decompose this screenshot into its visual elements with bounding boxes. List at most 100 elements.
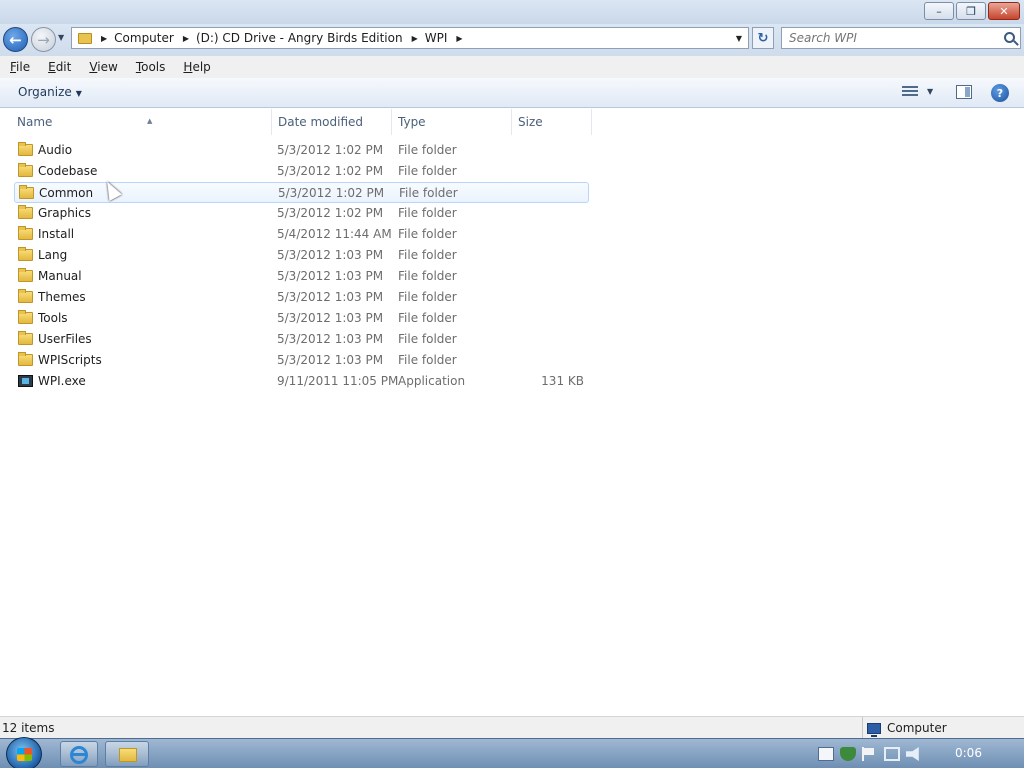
action-center-flag-icon[interactable]: [862, 747, 878, 761]
list-item[interactable]: Themes 5/3/2012 1:03 PM File folder: [14, 287, 589, 308]
organize-button[interactable]: Organize ▼: [18, 85, 82, 99]
column-header-name[interactable]: Name ▲: [11, 109, 272, 135]
status-location-label: Computer: [887, 721, 947, 735]
folder-icon: [19, 185, 34, 199]
security-shield-icon[interactable]: [840, 747, 856, 761]
file-name: UserFiles: [38, 332, 92, 346]
document-tray-icon[interactable]: [818, 747, 834, 761]
file-date: 5/3/2012 1:03 PM: [277, 332, 384, 346]
column-header-type[interactable]: Type: [392, 109, 512, 135]
folder-icon: [18, 163, 33, 177]
chevron-right-icon[interactable]: ▶: [412, 34, 418, 43]
list-item[interactable]: WPI.exe 9/11/2011 11:05 PM Application 1…: [14, 371, 589, 392]
folder-icon: [18, 268, 33, 282]
file-date: 5/3/2012 1:02 PM: [277, 143, 384, 157]
file-type: File folder: [398, 143, 457, 157]
refresh-icon: ↻: [757, 30, 769, 46]
network-icon[interactable]: [884, 747, 900, 761]
file-name: Install: [38, 227, 75, 241]
list-item[interactable]: Graphics 5/3/2012 1:02 PM File folder: [14, 203, 589, 224]
file-name: Common: [39, 186, 94, 200]
organize-label: Organize: [18, 85, 72, 99]
back-button[interactable]: ←: [3, 27, 28, 52]
file-date: 5/3/2012 1:03 PM: [277, 311, 384, 325]
list-item[interactable]: Manual 5/3/2012 1:03 PM File folder: [14, 266, 589, 287]
breadcrumb-computer[interactable]: Computer: [114, 31, 174, 45]
list-item[interactable]: Codebase 5/3/2012 1:02 PM File folder: [14, 161, 589, 182]
recent-pages-button[interactable]: ▼: [58, 33, 64, 42]
folder-icon: [18, 226, 33, 240]
menu-tools[interactable]: Tools: [136, 60, 166, 74]
forward-arrow-icon: →: [37, 30, 50, 49]
column-header-date[interactable]: Date modified: [272, 109, 392, 135]
change-view-icon[interactable]: [902, 86, 918, 98]
file-size: 131 KB: [541, 374, 584, 388]
file-name: Tools: [38, 311, 68, 325]
menu-bar: File Edit View Tools Help: [0, 56, 1024, 78]
breadcrumb-wpi[interactable]: WPI: [425, 31, 448, 45]
chevron-down-icon: ▼: [75, 89, 82, 98]
folder-icon: [18, 310, 33, 324]
folder-icon: [18, 205, 33, 219]
taskbar-windows-explorer[interactable]: [105, 741, 149, 767]
view-options-dropdown-icon[interactable]: ▼: [927, 87, 933, 96]
status-location: Computer: [862, 717, 947, 739]
file-type: File folder: [398, 164, 457, 178]
address-dropdown-icon[interactable]: ▼: [736, 34, 742, 43]
volume-muted-icon[interactable]: ✕: [906, 747, 919, 761]
file-date: 5/3/2012 1:03 PM: [277, 269, 384, 283]
list-item[interactable]: Lang 5/3/2012 1:03 PM File folder: [14, 245, 589, 266]
chevron-right-icon[interactable]: ▶: [456, 34, 462, 43]
file-type: File folder: [398, 227, 457, 241]
menu-edit[interactable]: Edit: [48, 60, 71, 74]
file-type: File folder: [398, 290, 457, 304]
menu-view[interactable]: View: [89, 60, 117, 74]
minimize-button[interactable]: –: [924, 2, 954, 20]
file-date: 5/3/2012 1:02 PM: [277, 206, 384, 220]
back-arrow-icon: ←: [9, 30, 22, 49]
system-tray: ✕: [818, 739, 922, 768]
file-date: 5/3/2012 1:02 PM: [278, 186, 385, 200]
command-bar: Organize ▼ ▼ ?: [0, 78, 1024, 108]
folder-icon: [18, 352, 33, 366]
file-date: 5/4/2012 11:44 AM: [277, 227, 392, 241]
chevron-right-icon[interactable]: ▶: [101, 34, 107, 43]
menu-help[interactable]: Help: [183, 60, 210, 74]
help-icon[interactable]: ?: [991, 84, 1009, 102]
list-item[interactable]: Audio 5/3/2012 1:02 PM File folder: [14, 140, 589, 161]
refresh-button[interactable]: ↻: [752, 27, 774, 49]
close-button[interactable]: ✕: [988, 2, 1020, 20]
menu-file[interactable]: File: [10, 60, 30, 74]
file-name: Lang: [38, 248, 68, 262]
column-header-size[interactable]: Size: [512, 109, 592, 135]
search-input[interactable]: [782, 28, 992, 48]
start-button[interactable]: [6, 737, 42, 768]
taskbar: ✕ 0:06: [0, 737, 1024, 768]
forward-button[interactable]: →: [31, 27, 56, 52]
chevron-right-icon[interactable]: ▶: [183, 34, 189, 43]
column-header-name-label: Name: [17, 115, 53, 129]
file-type: File folder: [398, 332, 457, 346]
status-bar: 12 items Computer: [0, 716, 1024, 739]
file-name: WPIScripts: [38, 353, 102, 367]
list-item[interactable]: UserFiles 5/3/2012 1:03 PM File folder: [14, 329, 589, 350]
list-item[interactable]: Install 5/4/2012 11:44 AM File folder: [14, 224, 589, 245]
folder-icon: [18, 247, 33, 261]
item-count: 12 items: [2, 721, 55, 735]
search-box[interactable]: [781, 27, 1021, 49]
search-icon[interactable]: [1004, 32, 1015, 43]
address-bar[interactable]: ▶ Computer ▶ (D:) CD Drive - Angry Birds…: [71, 27, 749, 49]
taskbar-internet-explorer[interactable]: [60, 741, 98, 767]
list-item[interactable]: Tools 5/3/2012 1:03 PM File folder: [14, 308, 589, 329]
list-item[interactable]: WPIScripts 5/3/2012 1:03 PM File folder: [14, 350, 589, 371]
computer-icon: [867, 722, 881, 737]
file-name: Graphics: [38, 206, 91, 220]
file-type: Application: [398, 374, 466, 388]
maximize-button[interactable]: ❐: [956, 2, 986, 20]
folder-icon: [18, 289, 33, 303]
breadcrumb-cd-drive[interactable]: (D:) CD Drive - Angry Birds Edition: [196, 31, 403, 45]
preview-pane-icon[interactable]: [956, 85, 972, 99]
window-controls: – ❐ ✕: [924, 2, 1020, 20]
file-type: File folder: [398, 311, 457, 325]
taskbar-clock[interactable]: 0:06: [955, 746, 982, 760]
